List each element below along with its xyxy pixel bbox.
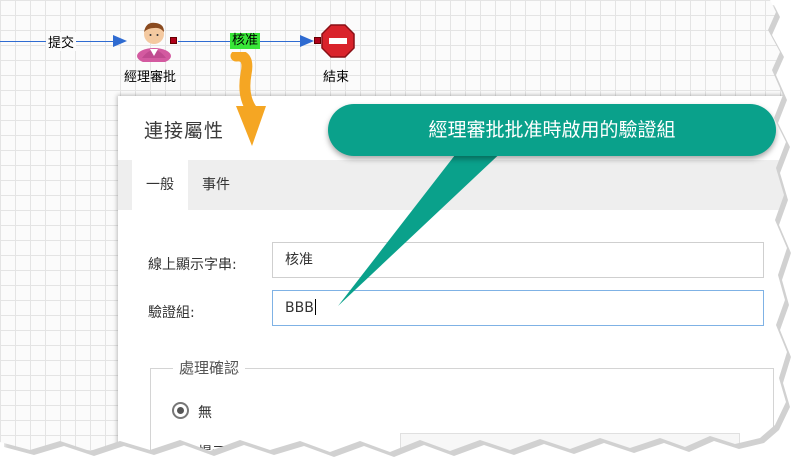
dialog-title: 連接屬性 (144, 120, 225, 142)
callout-bubble: 經理審批批准時啟用的驗證組 (328, 104, 776, 156)
text-caret (314, 299, 316, 315)
callout-text: 經理審批批准時啟用的驗證組 (428, 119, 676, 141)
display-string-value: 核准 (285, 252, 313, 268)
stop-sign-icon (321, 24, 355, 58)
tab-general[interactable]: 一般 (132, 160, 188, 210)
display-string-label: 線上顯示字串: (148, 257, 237, 273)
display-string-input[interactable]: 核准 (272, 242, 764, 278)
submit-label[interactable]: 提交 (46, 32, 77, 51)
workflow-canvas: 提交 經理審批 核准 結束 連接屬性 一般 事件 線上顯示字串: 核准 驗證組:… (0, 0, 787, 452)
orange-down-arrow-icon (230, 52, 266, 146)
flow-arrow-approve (300, 35, 314, 47)
validation-group-value: BBB (285, 300, 314, 316)
end-node-label: 結束 (323, 70, 350, 85)
manager-node[interactable] (134, 18, 174, 64)
flow-arrow-submit (113, 35, 127, 47)
screenshot-frame: 提交 經理審批 核准 結束 連接屬性 一般 事件 線上顯示字串: 核准 驗證組:… (0, 0, 803, 474)
manager-node-label: 經理審批 (124, 70, 177, 85)
manager-node-port[interactable] (170, 37, 177, 44)
approve-label[interactable]: 核准 (230, 33, 261, 49)
radio-none[interactable] (172, 402, 189, 419)
validation-group-input[interactable]: BBB (272, 290, 764, 326)
confirmation-fieldset: 處理確認 (150, 357, 774, 452)
confirmation-legend: 處理確認 (173, 357, 246, 378)
validation-group-label: 驗證組: (148, 305, 195, 321)
radio-none-label: 無 (198, 405, 212, 421)
end-node[interactable] (321, 24, 355, 58)
end-node-port[interactable] (314, 37, 321, 44)
user-avatar-icon (137, 22, 171, 64)
tab-events[interactable]: 事件 (202, 160, 230, 210)
tab-bar: 一般 事件 (118, 160, 787, 210)
